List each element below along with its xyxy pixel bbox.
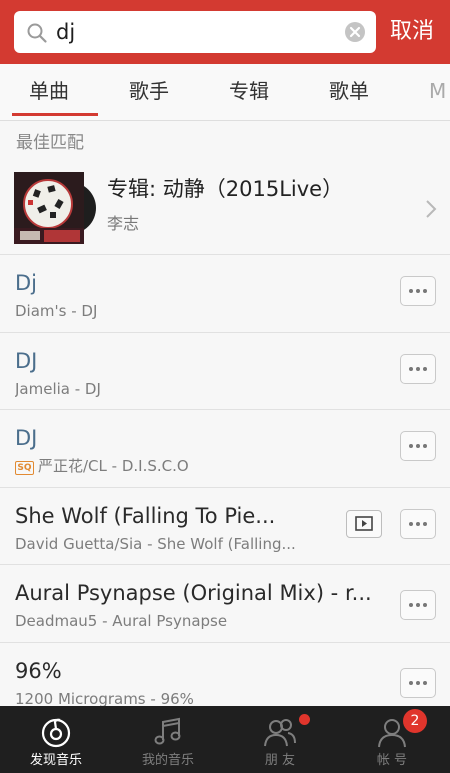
more-options-button[interactable] [400,431,436,461]
active-tab-indicator [12,113,98,116]
tab-artists[interactable]: 歌手 [129,64,169,120]
song-row[interactable]: DJ Jamelia - DJ [0,332,450,410]
nav-my-music[interactable]: 我的音乐 [112,706,224,773]
best-match-title: 专辑: 动静（2015Live） [107,177,344,201]
more-options-button[interactable] [400,276,436,306]
notification-dot [299,714,310,725]
nav-account[interactable]: 2 帐 号 [336,706,448,773]
song-title: DJ [15,349,38,373]
song-row[interactable]: She Wolf (Falling To Pie... David Guetta… [0,487,450,565]
nav-label: 我的音乐 [141,753,194,768]
more-options-button[interactable] [400,590,436,620]
song-title: DJ [15,426,38,450]
cancel-button[interactable]: 取消 [390,16,434,48]
netease-music-icon [41,718,71,748]
clear-icon[interactable] [344,21,366,43]
best-match-artist: 李志 [107,214,140,233]
nav-label: 帐 号 [376,753,408,768]
mv-play-button[interactable] [346,510,382,538]
song-row[interactable]: Aural Psynapse (Original Mix) - r... Dea… [0,564,450,642]
best-match-row[interactable]: 专辑: 动静（2015Live） 李志 [0,160,450,254]
search-icon [27,23,47,43]
music-note-icon [154,717,181,745]
search-query[interactable]: dj [56,19,75,45]
song-subtitle: David Guetta/Sia - She Wolf (Falling... [15,535,296,553]
top-bar: dj 取消 [0,0,450,64]
tab-albums[interactable]: 专辑 [229,64,269,120]
video-play-icon [355,516,373,531]
tab-playlists[interactable]: 歌单 [329,64,369,120]
tab-songs[interactable]: 单曲 [29,64,69,120]
song-subtitle-text: 严正花/CL - D.I.S.C.O [38,457,189,475]
best-match-label: 最佳匹配 [16,133,84,153]
song-subtitle: SQ 严正花/CL - D.I.S.C.O [15,456,189,476]
search-input[interactable]: dj [14,11,376,53]
song-row[interactable]: DJ SQ 严正花/CL - D.I.S.C.O [0,409,450,487]
song-title: Dj [15,271,38,295]
song-row[interactable]: Dj Diam's - DJ [0,254,450,332]
more-options-button[interactable] [400,354,436,384]
more-options-button[interactable] [400,668,436,698]
song-subtitle: Deadmau5 - Aural Psynapse [15,612,228,630]
chevron-right-icon [426,200,437,218]
song-title: She Wolf (Falling To Pie... [15,504,276,528]
friends-icon [264,719,296,747]
tab-more[interactable]: M [429,64,446,120]
song-subtitle: Jamelia - DJ [15,380,101,398]
nav-friends[interactable]: 朋 友 [224,706,336,773]
song-subtitle: Diam's - DJ [15,302,98,320]
nav-discover-music[interactable]: 发现音乐 [0,706,112,773]
album-cover [14,172,84,244]
more-options-button[interactable] [400,509,436,539]
song-title: Aural Psynapse (Original Mix) - r... [15,581,372,605]
bottom-nav-bar: 发现音乐 我的音乐 朋 友 2 帐 号 [0,706,450,773]
nav-label: 发现音乐 [29,753,82,768]
nav-label: 朋 友 [264,753,296,768]
song-title: 96% [15,659,62,683]
notification-count-badge: 2 [403,709,427,733]
sq-quality-badge: SQ [15,461,34,475]
